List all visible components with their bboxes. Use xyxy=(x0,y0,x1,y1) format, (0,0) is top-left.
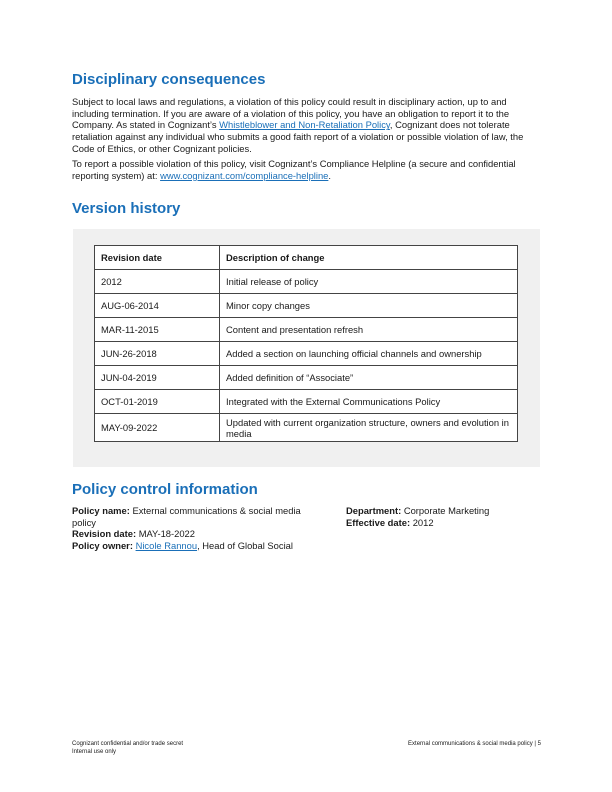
table-row: MAR-11-2015 Content and presentation ref… xyxy=(94,317,518,342)
policy-control-heading: Policy control information xyxy=(72,481,258,498)
description-cell: Integrated with the External Communicati… xyxy=(219,389,518,414)
column-header-description: Description of change xyxy=(219,245,518,270)
policy-control-right-column: Department: Corporate Marketing Effectiv… xyxy=(346,505,546,528)
p2-text-b: . xyxy=(328,169,331,181)
policy-name-label: Policy name: xyxy=(72,505,130,516)
compliance-helpline-link[interactable]: www.cognizant.com/compliance-helpline xyxy=(160,170,328,181)
revision-date-cell: MAY-09-2022 xyxy=(94,413,220,442)
footer-internal: Internal use only xyxy=(72,748,117,755)
revision-date-cell: JUN-26-2018 xyxy=(94,341,220,366)
table-row: MAY-09-2022 Updated with current organiz… xyxy=(94,413,518,442)
disciplinary-paragraph: Subject to local laws and regulations, a… xyxy=(72,96,542,155)
revision-date-label: Revision date: xyxy=(72,528,137,540)
policy-name-line: Policy name: External communications & s… xyxy=(72,505,327,528)
policy-owner-line: Policy owner: Nicole Rannou, Head of Glo… xyxy=(72,540,327,552)
description-cell: Added definition of “Associate” xyxy=(219,365,518,390)
revision-date-cell: OCT-01-2019 xyxy=(94,389,220,414)
revision-date-line: Revision date: MAY-18-2022 xyxy=(72,528,327,540)
description-cell: Minor copy changes xyxy=(219,293,518,318)
footer-page-info: External communications & social media p… xyxy=(408,741,541,747)
department-line: Department: Corporate Marketing xyxy=(346,505,546,517)
revision-date-cell: AUG-06-2014 xyxy=(94,293,220,318)
policy-owner-title: , Head of Global Social xyxy=(197,539,293,551)
table-row: 2012 Initial release of policy xyxy=(94,269,518,294)
department-label: Department: xyxy=(346,505,402,516)
description-cell: Updated with current organization struct… xyxy=(219,413,518,442)
policy-owner-link[interactable]: Nicole Rannou xyxy=(136,540,198,551)
footer-confidential: Cognizant confidential and/or trade secr… xyxy=(72,741,184,747)
revision-date-cell: JUN-04-2019 xyxy=(94,365,220,390)
description-cell: Initial release of policy xyxy=(219,269,518,294)
version-history-heading: Version history xyxy=(72,200,181,217)
policy-control-left-column: Policy name: External communications & s… xyxy=(72,505,327,551)
effective-date-label: Effective date: xyxy=(346,516,411,528)
table-row: JUN-04-2019 Added definition of “Associa… xyxy=(94,365,518,390)
whistleblower-policy-link[interactable]: Whistleblower and Non-Retaliation Policy xyxy=(219,119,390,130)
table-row: AUG-06-2014 Minor copy changes xyxy=(94,293,518,318)
disciplinary-heading: Disciplinary consequences xyxy=(72,71,266,88)
table-row: JUN-26-2018 Added a section on launching… xyxy=(94,341,518,366)
description-cell: Added a section on launching official ch… xyxy=(219,341,518,366)
effective-date-line: Effective date: 2012 xyxy=(346,517,546,529)
document-page: Disciplinary consequences Subject to loc… xyxy=(0,0,612,792)
policy-owner-label: Policy owner: xyxy=(72,539,133,551)
column-header-revision-date: Revision date xyxy=(94,245,220,270)
helpline-paragraph: To report a possible violation of this p… xyxy=(72,158,542,181)
footer-left: Cognizant confidential and/or trade secr… xyxy=(72,741,183,756)
revision-date-value: MAY-18-2022 xyxy=(138,528,195,540)
revision-date-cell: MAR-11-2015 xyxy=(94,317,220,342)
effective-date-value: 2012 xyxy=(412,516,434,528)
description-cell: Content and presentation refresh xyxy=(219,317,518,342)
version-history-table: Revision date Description of change 2012… xyxy=(94,245,518,442)
revision-date-cell: 2012 xyxy=(94,269,220,294)
department-value: Corporate Marketing xyxy=(403,505,490,516)
table-header-row: Revision date Description of change xyxy=(94,245,518,270)
table-row: OCT-01-2019 Integrated with the External… xyxy=(94,389,518,414)
